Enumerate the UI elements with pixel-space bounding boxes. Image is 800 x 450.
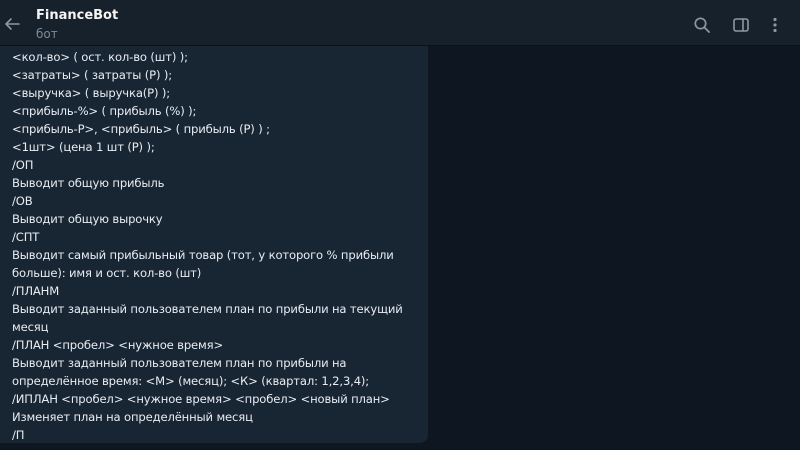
message-line: <выручка> ( выручка(Р) );	[12, 86, 171, 100]
chat-header: FinanceBot бот	[0, 0, 800, 46]
message-line: <прибыль-Р>, <прибыль> ( прибыль (Р) ) ;	[12, 122, 270, 136]
message-line: <прибыль-%> ( прибыль (%) );	[12, 104, 197, 118]
message-line: /СПТ	[12, 230, 40, 244]
message-line: Выводит заданный пользователем план по п…	[12, 356, 347, 370]
message-text: <кол-во> ( ост. кол-во (шт) ); <затраты> …	[12, 48, 424, 443]
sidebar-panel-icon[interactable]	[730, 14, 752, 36]
chat-title[interactable]: FinanceBot	[36, 8, 118, 23]
message-line: /ОВ	[12, 194, 33, 208]
message-bubble[interactable]: <кол-во> ( ост. кол-во (шт) ); <затраты> …	[0, 46, 428, 443]
more-vertical-icon[interactable]	[764, 14, 786, 36]
message-line: определённое время: <М> (месяц); <К> (кв…	[12, 374, 370, 388]
message-line: /ИПЛАН <пробел> <нужное время> <пробел> …	[12, 392, 390, 406]
message-line: /ОП	[12, 158, 34, 172]
message-line: больше): имя и ост. кол-во (шт)	[12, 266, 202, 280]
back-arrow-icon[interactable]	[2, 14, 22, 34]
message-line: /ПЛАНМ	[12, 284, 60, 298]
message-line: Выводит заданный пользователем план по п…	[12, 302, 403, 316]
message-line: Изменяет план на определённый месяц	[12, 410, 253, 424]
message-line: месяц	[12, 320, 49, 334]
message-line: <кол-во> ( ост. кол-во (шт) );	[12, 50, 188, 64]
chat-subtitle: бот	[36, 27, 58, 41]
message-line: <затраты> ( затраты (Р) );	[12, 68, 173, 82]
message-line: <1шт> (цена 1 шт (Р) );	[12, 140, 155, 154]
message-line: /ПЛАН <пробел> <нужное время>	[12, 338, 224, 352]
message-line: Выводит самый прибыльный товар (тот, у к…	[12, 248, 394, 262]
search-icon[interactable]	[691, 14, 713, 36]
message-line: Выводит общую вырочку	[12, 212, 163, 226]
message-line: /П	[12, 428, 25, 442]
message-line: Выводит общую прибыль	[12, 176, 165, 190]
